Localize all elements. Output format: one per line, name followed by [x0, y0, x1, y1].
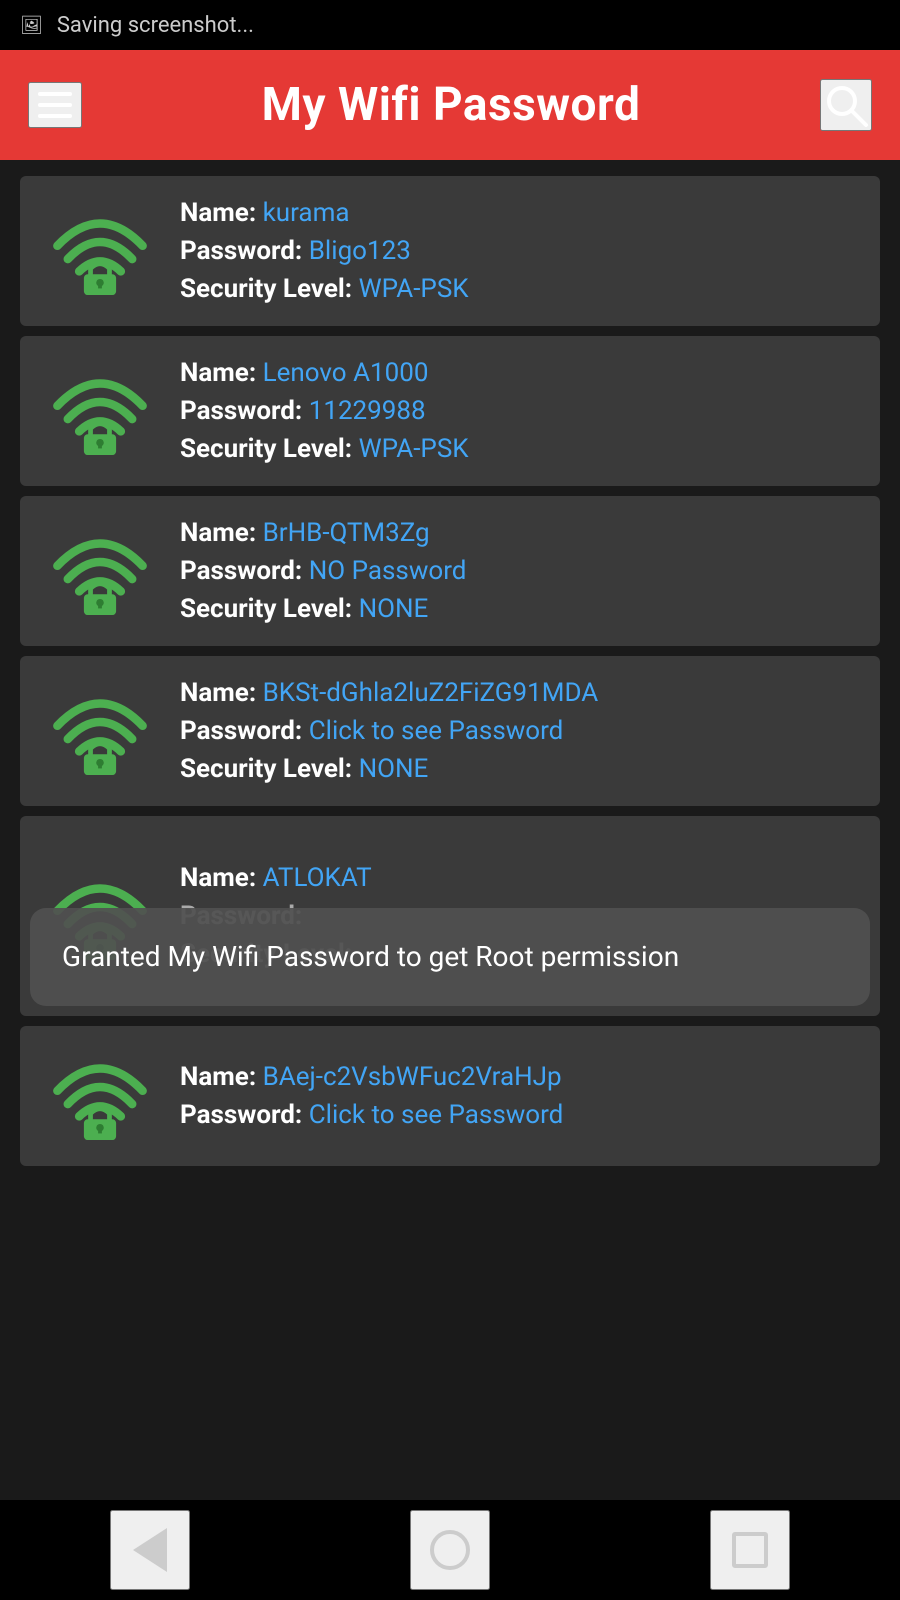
status-text: Saving screenshot... [57, 13, 254, 38]
wifi-lock-icon [45, 366, 155, 456]
wifi-icon-wrap [40, 201, 160, 301]
back-icon [133, 1528, 167, 1572]
name-row: Name: ATLOKAT [180, 863, 860, 893]
card-info: Name: Lenovo A1000 Password: 11229988 Se… [180, 358, 860, 464]
list-item[interactable]: Name: BrHB-QTM3Zg Password: NO Password … [20, 496, 880, 646]
app-bar: My Wifi Password [0, 50, 900, 160]
bottom-nav [0, 1500, 900, 1600]
name-row: Name: BKSt-dGhla2luZ2FiZG91MDA [180, 678, 860, 708]
home-button[interactable] [410, 1510, 490, 1590]
list-item[interactable]: Name: Lenovo A1000 Password: 11229988 Se… [20, 336, 880, 486]
name-row: Name: BrHB-QTM3Zg [180, 518, 860, 548]
wifi-icon-wrap [40, 681, 160, 781]
search-button[interactable] [820, 79, 872, 131]
security-row: Security Level: NONE [180, 754, 860, 784]
name-row: Name: BAej-c2VsbWFuc2VraHJp [180, 1062, 860, 1092]
password-row: Password: Bligo123 [180, 236, 860, 266]
security-row: Security Level: WPA-PSK [180, 434, 860, 464]
card-info: Name: BrHB-QTM3Zg Password: NO Password … [180, 518, 860, 624]
wifi-lock-icon [45, 1051, 155, 1141]
toast-message: Granted My Wifi Password to get Root per… [30, 908, 870, 1006]
app-title: My Wifi Password [82, 78, 820, 132]
back-button[interactable] [110, 1510, 190, 1590]
password-row[interactable]: Password: Click to see Password [180, 1100, 860, 1130]
card-info: Name: BKSt-dGhla2luZ2FiZG91MDA Password:… [180, 678, 860, 784]
list-item[interactable]: Name: BKSt-dGhla2luZ2FiZG91MDA Password:… [20, 656, 880, 806]
password-row: Password: NO Password [180, 556, 860, 586]
wifi-lock-icon [45, 526, 155, 616]
search-icon [822, 81, 870, 129]
list-item[interactable]: Name: kurama Password: Bligo123 Security… [20, 176, 880, 326]
card-info: Name: BAej-c2VsbWFuc2VraHJp Password: Cl… [180, 1062, 860, 1130]
recents-icon [732, 1532, 768, 1568]
screenshot-icon: 🖼 [20, 15, 43, 36]
wifi-icon-wrap [40, 521, 160, 621]
list-item[interactable]: Name: BAej-c2VsbWFuc2VraHJp Password: Cl… [20, 1026, 880, 1166]
name-row: Name: kurama [180, 198, 860, 228]
menu-button[interactable] [28, 82, 82, 128]
status-bar: 🖼 Saving screenshot... [0, 0, 900, 50]
toast-text: Granted My Wifi Password to get Root per… [62, 940, 679, 973]
security-row: Security Level: NONE [180, 594, 860, 624]
wifi-icon-wrap [40, 1046, 160, 1146]
home-icon [430, 1530, 470, 1570]
wifi-lock-icon [45, 686, 155, 776]
password-row[interactable]: Password: Click to see Password [180, 716, 860, 746]
wifi-list: Name: kurama Password: Bligo123 Security… [0, 160, 900, 1500]
recents-button[interactable] [710, 1510, 790, 1590]
password-row: Password: 11229988 [180, 396, 860, 426]
card-info: Name: kurama Password: Bligo123 Security… [180, 198, 860, 304]
security-row: Security Level: WPA-PSK [180, 274, 860, 304]
list-item[interactable]: Name: ATLOKAT Password: Security Level: … [20, 816, 880, 1016]
name-row: Name: Lenovo A1000 [180, 358, 860, 388]
wifi-icon-wrap [40, 361, 160, 461]
wifi-lock-icon [45, 206, 155, 296]
